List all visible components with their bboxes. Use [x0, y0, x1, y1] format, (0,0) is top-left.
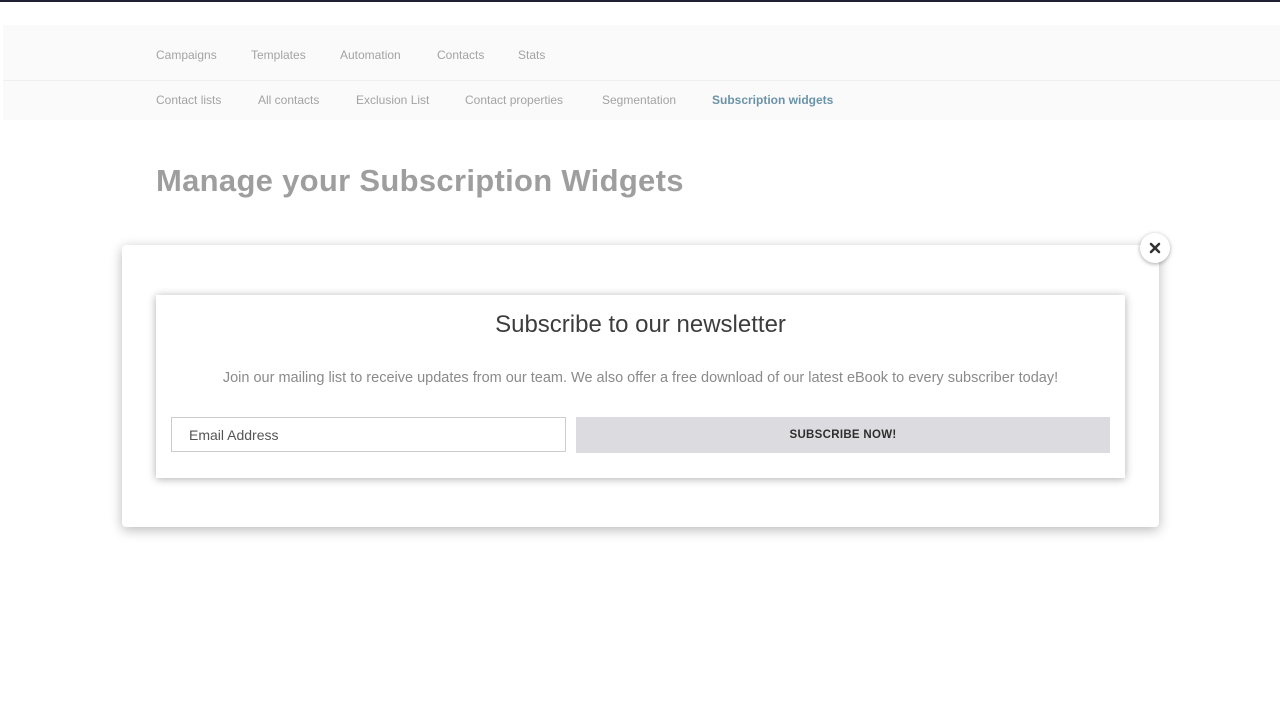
page-title: Manage your Subscription Widgets [156, 163, 684, 198]
nav-campaigns[interactable]: Campaigns [156, 48, 217, 62]
nav-contacts[interactable]: Contacts [437, 48, 484, 62]
secondary-nav: Contact lists All contacts Exclusion Lis… [3, 81, 1280, 120]
subscribe-button[interactable]: SUBSCRIBE NOW! [576, 417, 1110, 453]
primary-nav: Campaigns Templates Automation Contacts … [3, 25, 1280, 81]
subnav-contact-properties[interactable]: Contact properties [465, 93, 563, 107]
subnav-contact-lists[interactable]: Contact lists [156, 93, 221, 107]
nav-automation[interactable]: Automation [340, 48, 401, 62]
subnav-subscription-widgets[interactable]: Subscription widgets [712, 93, 833, 107]
modal-close-button[interactable] [1140, 233, 1170, 263]
nav-templates[interactable]: Templates [251, 48, 306, 62]
navigation: Campaigns Templates Automation Contacts … [3, 25, 1280, 120]
email-field[interactable] [171, 417, 566, 452]
widget-description: Join our mailing list to receive updates… [222, 370, 1059, 386]
subscription-widget: Subscribe to our newsletter Join our mai… [156, 295, 1125, 478]
close-icon [1149, 242, 1161, 254]
subnav-exclusion-list[interactable]: Exclusion List [356, 93, 429, 107]
subnav-segmentation[interactable]: Segmentation [602, 93, 676, 107]
top-strip [0, 0, 1280, 2]
subnav-all-contacts[interactable]: All contacts [258, 93, 319, 107]
nav-stats[interactable]: Stats [518, 48, 545, 62]
widget-title: Subscribe to our newsletter [495, 311, 786, 338]
